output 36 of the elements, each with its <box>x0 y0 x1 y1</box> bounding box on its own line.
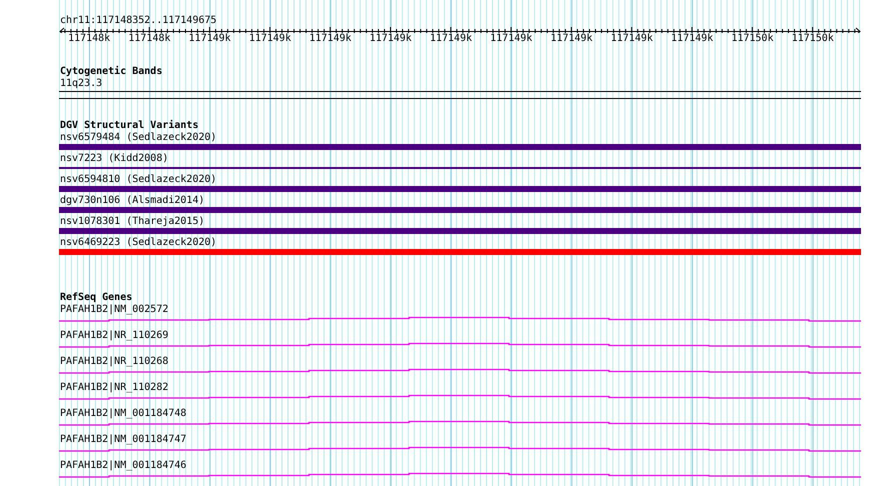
tick-label: 117148k <box>67 33 112 45</box>
variant-label[interactable]: nsv1078301 (Thareja2015) <box>59 216 204 228</box>
tick-label: 117149k <box>670 33 714 45</box>
variant-bar[interactable] <box>59 249 861 255</box>
gene-label[interactable]: PAFAH1B2|NR_110282 <box>59 382 168 394</box>
track-title: RefSeq Genes <box>59 292 132 304</box>
track-title: DGV Structural Variants <box>59 120 198 132</box>
tick-label: 117148k <box>127 33 172 45</box>
band-label: 11q23.3 <box>59 78 102 90</box>
tick-label: 117149k <box>549 33 594 45</box>
tick-label: 117149k <box>428 33 473 45</box>
tick-label: 117149k <box>489 33 534 45</box>
variant-label[interactable]: dgv730n106 (Alsmadi2014) <box>59 195 204 207</box>
variant-label[interactable]: nsv6579484 (Sedlazeck2020) <box>59 132 217 144</box>
tick-label: 117149k <box>248 33 292 45</box>
region-label: chr11:117148352..117149675 <box>59 15 217 27</box>
tick-label: 117149k <box>308 33 352 45</box>
tick-label: 117150k <box>730 33 774 45</box>
variant-label[interactable]: nsv6469223 (Sedlazeck2020) <box>59 237 217 249</box>
variant-bar[interactable] <box>59 144 861 150</box>
gene-label[interactable]: PAFAH1B2|NM_001184746 <box>59 460 186 472</box>
tick-label: 117149k <box>188 33 232 45</box>
tick-label: 117149k <box>610 33 654 45</box>
track-title: Cytogenetic Bands <box>59 66 162 78</box>
variant-bar[interactable] <box>59 207 861 213</box>
variant-bar[interactable] <box>59 228 861 234</box>
gene-label[interactable]: PAFAH1B2|NR_110269 <box>59 330 168 342</box>
gene-label[interactable]: PAFAH1B2|NM_001184748 <box>59 408 186 420</box>
variant-label[interactable]: nsv6594810 (Sedlazeck2020) <box>59 174 217 186</box>
gene-label[interactable]: PAFAH1B2|NR_110268 <box>59 356 168 368</box>
tick-label: 117149k <box>368 33 413 45</box>
gene-label[interactable]: PAFAH1B2|NM_001184747 <box>59 434 186 446</box>
variant-bar[interactable] <box>59 186 861 192</box>
variant-label[interactable]: nsv7223 (Kidd2008) <box>59 153 168 165</box>
gene-label[interactable]: PAFAH1B2|NM_002572 <box>59 304 168 316</box>
tick-label: 117150k <box>790 33 835 45</box>
